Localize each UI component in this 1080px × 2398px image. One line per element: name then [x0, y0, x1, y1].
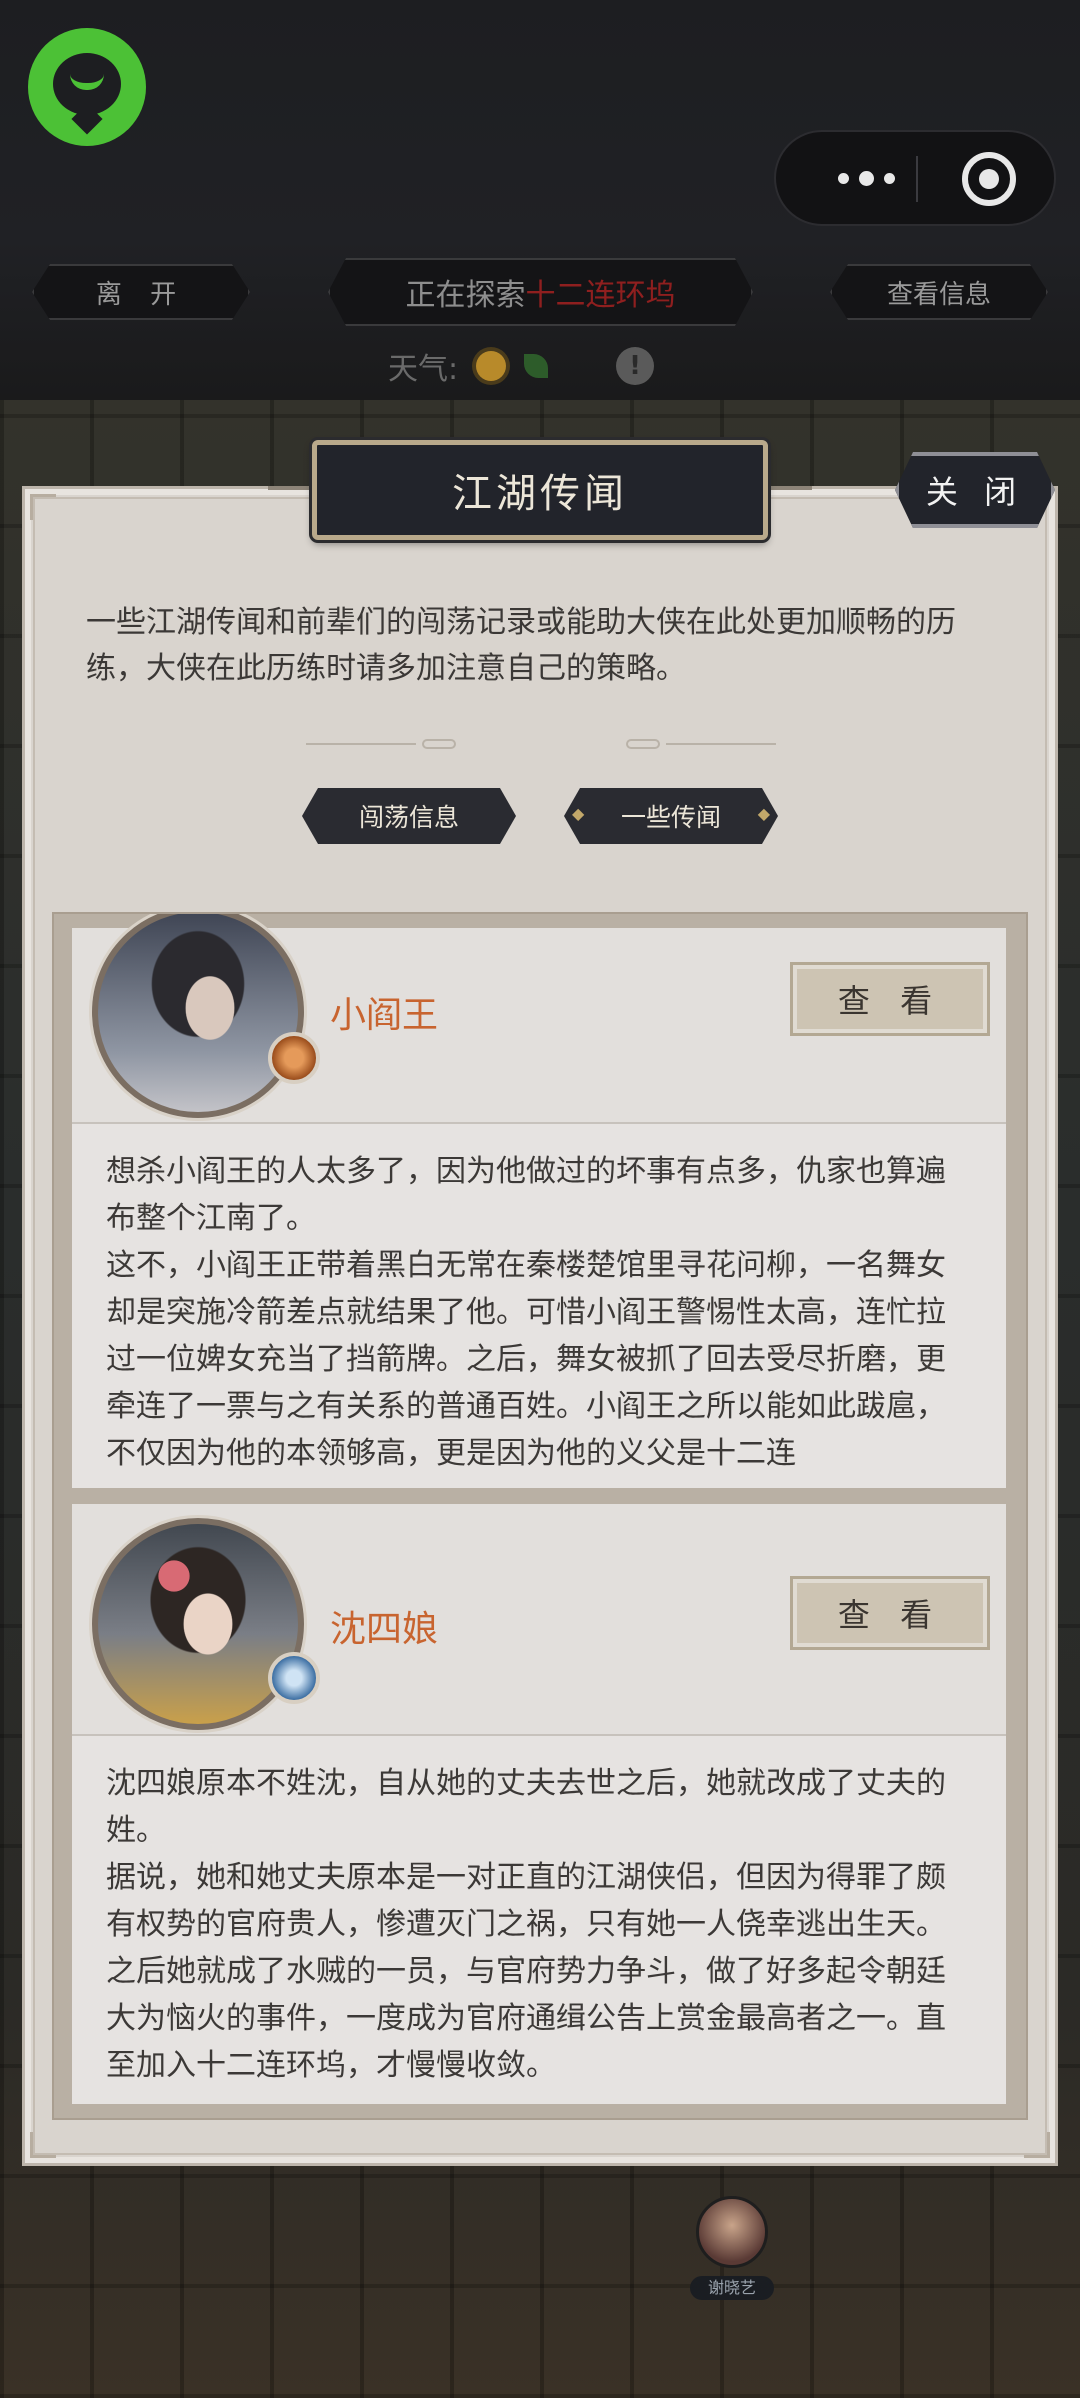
exploring-banner: 正在探索 十二连环坞 — [328, 258, 753, 326]
leaf-icon — [524, 354, 549, 378]
weather-row: 天气: ! — [388, 344, 655, 388]
bio-paragraph: 想杀小阎王的人太多了，因为他做过的坏事有点多，仇家也算遍布整个江南了。 — [106, 1154, 946, 1236]
sun-icon — [476, 351, 507, 381]
legend-card-header: 沈四娘 查 看 — [72, 1504, 1006, 1736]
legend-list[interactable]: 小阎王 查 看 想杀小阎王的人太多了，因为他做过的坏事有点多，仇家也算遍布整个江… — [52, 912, 1028, 2120]
legend-card: 小阎王 查 看 想杀小阎王的人太多了，因为他做过的坏事有点多，仇家也算遍布整个江… — [72, 914, 1006, 1488]
bio-paragraph: 这不，小阎王正带着黑白无常在秦楼楚馆里寻花问柳，一名舞女却是突施冷箭差点就结果了… — [106, 1248, 946, 1471]
character-name: 沈四娘 — [330, 1609, 439, 1650]
npc-name-tag: 谢晓艺 — [690, 2276, 774, 2300]
fire-faction-badge-icon — [268, 1032, 320, 1084]
capsule-divider — [916, 156, 918, 202]
target-circle-icon[interactable] — [962, 152, 1016, 206]
character-portrait[interactable] — [92, 1518, 304, 1730]
modal-corner-ornament — [30, 2132, 56, 2158]
character-name: 小阎王 — [330, 995, 439, 1036]
mini-program-capsule — [774, 130, 1056, 226]
leave-button[interactable]: 离 开 — [32, 264, 250, 320]
tab-legends[interactable]: 一些传闻 — [564, 788, 778, 844]
view-info-button[interactable]: 查看信息 — [830, 264, 1048, 320]
more-dots-icon[interactable] — [816, 132, 916, 224]
chat-bubble-app-icon[interactable] — [28, 28, 146, 146]
divider-ornament-right — [620, 739, 776, 749]
divider-ornament-left — [306, 739, 462, 749]
close-button[interactable]: 关 闭 — [895, 452, 1055, 528]
water-faction-badge-icon — [268, 1652, 320, 1704]
character-portrait[interactable] — [92, 914, 304, 1118]
modal-intro-text: 一些江湖传闻和前辈们的闯荡记录或能助大侠在此处更加顺畅的历练，大侠在此历练时请多… — [86, 605, 956, 686]
title-ornament-right — [764, 486, 812, 490]
modal-title: 江湖传闻 — [312, 440, 768, 540]
modal-corner-ornament — [30, 494, 56, 520]
modal-corner-ornament — [1024, 2132, 1050, 2158]
weather-label: 天气: — [388, 352, 459, 387]
bio-paragraph: 据说，她和她丈夫原本是一对正直的江湖侠侣，但因为得罪了颇有权势的官府贵人，惨遭灭… — [106, 1860, 946, 2083]
legend-card: 沈四娘 查 看 沈四娘原本不姓沈，自从她的丈夫去世之后，她就改成了丈夫的姓。 据… — [72, 1504, 1006, 2104]
character-bio: 沈四娘原本不姓沈，自从她的丈夫去世之后，她就改成了丈夫的姓。 据说，她和她丈夫原… — [72, 1736, 1006, 2102]
exploring-prefix: 正在探索 — [405, 278, 526, 313]
title-ornament-left — [268, 486, 316, 490]
warning-icon[interactable]: ! — [616, 347, 655, 385]
bio-paragraph: 沈四娘原本不姓沈，自从她的丈夫去世之后，她就改成了丈夫的姓。 — [106, 1766, 946, 1848]
legend-card-header: 小阎王 查 看 — [72, 914, 1006, 1124]
view-button[interactable]: 查 看 — [790, 962, 990, 1036]
exploring-location: 十二连环坞 — [525, 278, 676, 313]
view-button[interactable]: 查 看 — [790, 1576, 990, 1650]
character-bio: 想杀小阎王的人太多了，因为他做过的坏事有点多，仇家也算遍布整个江南了。 这不，小… — [72, 1124, 1006, 1488]
tab-explore-info[interactable]: 闯荡信息 — [302, 788, 516, 844]
npc-avatar[interactable] — [696, 2196, 768, 2268]
